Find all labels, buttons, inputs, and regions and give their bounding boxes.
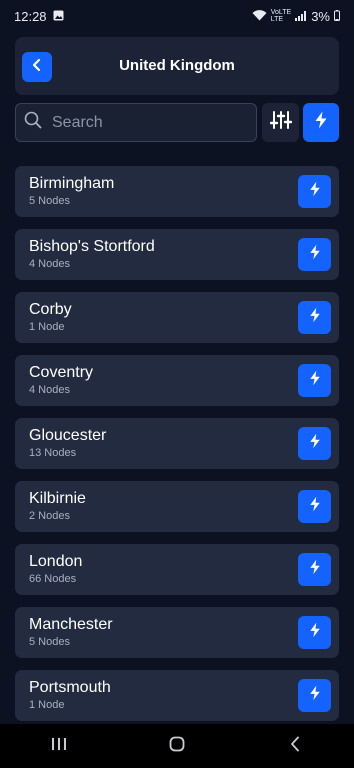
city-name: Kilbirnie <box>29 490 86 507</box>
gallery-icon <box>53 9 64 24</box>
lightning-icon <box>309 181 321 202</box>
connect-button[interactable] <box>298 364 331 397</box>
city-row[interactable]: Corby 1 Node <box>15 292 339 343</box>
lightning-icon <box>309 622 321 643</box>
back-nav-button[interactable] <box>265 724 325 768</box>
city-row[interactable]: Manchester 5 Nodes <box>15 607 339 658</box>
signal-icon <box>295 9 307 24</box>
city-row[interactable]: Coventry 4 Nodes <box>15 355 339 406</box>
node-count: 5 Nodes <box>29 636 70 648</box>
home-button[interactable] <box>147 724 207 768</box>
search-bar[interactable] <box>15 103 257 142</box>
page-title: United Kingdom <box>119 57 235 74</box>
lightning-icon <box>309 307 321 328</box>
connect-button[interactable] <box>298 553 331 586</box>
city-row[interactable]: Gloucester 13 Nodes <box>15 418 339 469</box>
node-count: 2 Nodes <box>29 510 70 522</box>
city-name: Portsmouth <box>29 679 111 696</box>
city-row[interactable]: Kilbirnie 2 Nodes <box>15 481 339 532</box>
node-count: 4 Nodes <box>29 258 70 270</box>
status-bar: 12:28 VoLTE LTE 3% <box>0 0 354 32</box>
status-time: 12:28 <box>14 8 47 24</box>
city-row[interactable]: Bishop's Stortford 4 Nodes <box>15 229 339 280</box>
node-count: 5 Nodes <box>29 195 70 207</box>
filter-button[interactable] <box>262 103 299 142</box>
city-name: Gloucester <box>29 427 107 444</box>
node-count: 4 Nodes <box>29 384 70 396</box>
recent-apps-button[interactable] <box>29 724 89 768</box>
wifi-icon <box>252 9 267 24</box>
connect-button[interactable] <box>298 301 331 334</box>
back-arrow-icon <box>289 736 301 757</box>
node-count: 1 Node <box>29 321 65 333</box>
battery-text: 3% <box>311 8 330 24</box>
lightning-icon <box>309 433 321 454</box>
recent-apps-icon <box>51 737 67 756</box>
node-count: 1 Node <box>29 699 65 711</box>
connect-button[interactable] <box>298 616 331 649</box>
city-name: Corby <box>29 301 72 318</box>
city-name: London <box>29 553 83 570</box>
city-name: Coventry <box>29 364 94 381</box>
connect-button[interactable] <box>298 427 331 460</box>
lightning-icon <box>309 370 321 391</box>
quick-connect-button[interactable] <box>303 103 339 142</box>
connect-button[interactable] <box>298 679 331 712</box>
page-header: United Kingdom <box>15 37 339 95</box>
lightning-icon <box>309 685 321 706</box>
city-row[interactable]: Birmingham 5 Nodes <box>15 166 339 217</box>
city-list: Birmingham 5 Nodes Bishop's Stortford 4 Nod… <box>15 166 339 733</box>
connect-button[interactable] <box>298 238 331 271</box>
lightning-icon <box>314 111 328 134</box>
battery-icon <box>334 9 340 24</box>
node-count: 66 Nodes <box>29 573 77 585</box>
city-row[interactable]: Portsmouth 1 Node <box>15 670 339 721</box>
search-icon <box>24 111 42 134</box>
connect-button[interactable] <box>298 490 331 523</box>
sliders-icon <box>269 110 292 135</box>
system-nav-bar <box>0 724 354 768</box>
search-input[interactable] <box>50 112 244 133</box>
home-icon <box>169 736 185 757</box>
lightning-icon <box>309 244 321 265</box>
city-name: Bishop's Stortford <box>29 238 155 255</box>
connect-button[interactable] <box>298 175 331 208</box>
lightning-icon <box>309 496 321 517</box>
node-count: 13 Nodes <box>29 447 77 459</box>
network-type: VoLTE LTE <box>270 9 292 23</box>
city-name: Birmingham <box>29 175 115 192</box>
city-row[interactable]: London 66 Nodes <box>15 544 339 595</box>
lightning-icon <box>309 559 321 580</box>
city-name: Manchester <box>29 616 113 633</box>
